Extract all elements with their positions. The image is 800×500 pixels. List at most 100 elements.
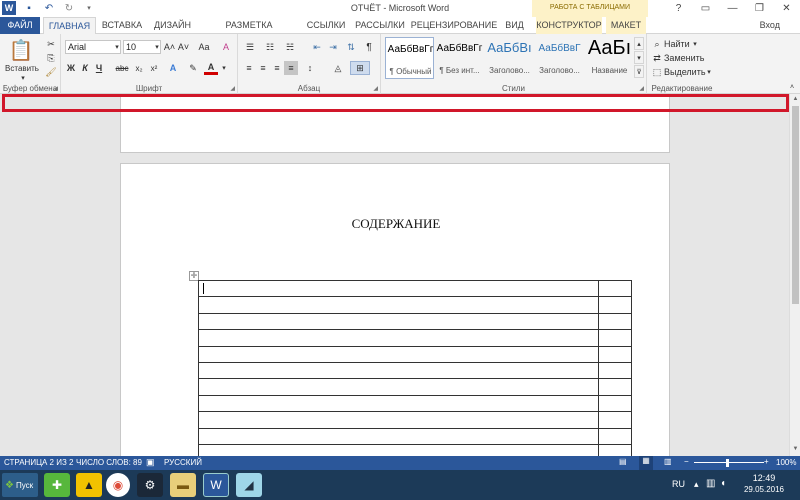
- table-cell-page[interactable]: [598, 443, 632, 456]
- scrollbar-thumb[interactable]: [792, 106, 799, 304]
- find-icon[interactable]: ⌕: [651, 38, 663, 50]
- font-launcher-icon[interactable]: ◢: [230, 85, 235, 92]
- table-row[interactable]: [198, 312, 632, 331]
- font-color-dropdown-icon[interactable]: ▾: [220, 61, 228, 75]
- underline-button[interactable]: Ч: [93, 61, 105, 75]
- scroll-up-icon[interactable]: ▲: [791, 96, 800, 104]
- bold-button[interactable]: Ж: [65, 61, 77, 75]
- style-heading-1[interactable]: АаБбВı Заголово...: [485, 37, 534, 79]
- align-right-icon[interactable]: ≡: [270, 61, 284, 75]
- find-dropdown-icon[interactable]: ▾: [691, 38, 699, 50]
- table-cell-title[interactable]: [198, 296, 599, 314]
- superscript-button[interactable]: x²: [147, 61, 161, 75]
- format-painter-icon[interactable]: 🖌: [44, 66, 58, 78]
- select-button[interactable]: Выделить: [664, 66, 706, 78]
- borders-icon[interactable]: ⊞: [350, 61, 370, 75]
- table-cell-title[interactable]: [198, 443, 599, 456]
- table-cell-page[interactable]: [598, 345, 632, 363]
- table-cell-page[interactable]: [598, 296, 632, 314]
- table-cell-page[interactable]: [598, 361, 632, 380]
- paste-icon[interactable]: 📋: [8, 37, 34, 63]
- table-cell-page[interactable]: [598, 312, 632, 331]
- table-row[interactable]: [198, 394, 632, 413]
- font-name-dropdown-icon[interactable]: ▾: [113, 41, 121, 53]
- word-taskbar-icon[interactable]: W: [203, 473, 229, 497]
- font-color-button[interactable]: A: [204, 61, 218, 75]
- table-cell-title[interactable]: [198, 361, 599, 380]
- ribbon-display-icon[interactable]: ▭: [692, 0, 719, 17]
- text-effects-icon[interactable]: A: [166, 61, 180, 75]
- table-cell-page[interactable]: [598, 394, 632, 413]
- table-row[interactable]: [198, 361, 632, 380]
- replace-icon[interactable]: ⇄: [651, 52, 663, 64]
- page-count[interactable]: СТРАНИЦА 2 ИЗ 2: [4, 458, 73, 467]
- page-2[interactable]: СОДЕРЖАНИЕ ✛: [120, 163, 670, 456]
- collapse-ribbon-icon[interactable]: ˄: [786, 82, 798, 92]
- copy-icon[interactable]: ⎘: [44, 52, 58, 64]
- italic-button[interactable]: К: [79, 61, 91, 75]
- zoom-in-button[interactable]: +: [764, 457, 769, 466]
- tab-references[interactable]: ССЫЛКИ: [302, 17, 350, 34]
- styles-scroll-down-icon[interactable]: ▾: [634, 51, 644, 64]
- app-plus-icon[interactable]: ✚: [44, 473, 70, 497]
- table-row[interactable]: [198, 411, 632, 429]
- clear-formatting-button[interactable]: A: [219, 40, 233, 54]
- table-cell-title[interactable]: [198, 394, 599, 413]
- tab-view[interactable]: ВИД: [501, 17, 528, 34]
- styles-more-icon[interactable]: ⊽: [634, 65, 644, 78]
- table-cell-title[interactable]: [198, 312, 599, 331]
- word-count[interactable]: ЧИСЛО СЛОВ: 89: [76, 458, 142, 467]
- web-layout-icon[interactable]: ▥: [664, 457, 672, 466]
- network-icon[interactable]: ▥: [706, 478, 715, 489]
- change-case-button[interactable]: Aa: [194, 40, 214, 54]
- start-button[interactable]: ❖ Пуск: [2, 473, 38, 497]
- table-row[interactable]: [198, 329, 632, 347]
- help-icon[interactable]: ?: [665, 0, 692, 17]
- paste-button[interactable]: Вставить: [2, 63, 42, 73]
- proofing-icon[interactable]: ▣: [146, 457, 155, 468]
- clipboard-launcher-icon[interactable]: ◢: [53, 85, 58, 92]
- steam-icon[interactable]: ⚙: [137, 473, 163, 497]
- shading-icon[interactable]: ◬: [330, 61, 346, 75]
- clock-time[interactable]: 12:49: [741, 473, 787, 483]
- styles-scroll-up-icon[interactable]: ▴: [634, 37, 644, 50]
- contents-table[interactable]: [198, 279, 632, 456]
- tab-review[interactable]: РЕЦЕНЗИРОВАНИЕ: [410, 17, 498, 34]
- shrink-font-button[interactable]: A˅: [177, 40, 190, 54]
- table-cell-page[interactable]: [598, 378, 632, 396]
- vertical-scrollbar[interactable]: ▲ ▼: [789, 94, 800, 456]
- zoom-out-button[interactable]: −: [684, 457, 689, 466]
- minimize-icon[interactable]: —: [719, 0, 746, 17]
- sign-in-link[interactable]: Вход: [760, 17, 780, 34]
- style-heading-2[interactable]: АаБбВвГ Заголово...: [535, 37, 584, 79]
- table-cell-page[interactable]: [598, 279, 632, 298]
- find-button[interactable]: Найти: [664, 38, 690, 50]
- table-row[interactable]: [198, 443, 632, 456]
- close-icon[interactable]: ✕: [773, 0, 800, 17]
- language-indicator[interactable]: РУССКИЙ: [164, 458, 202, 467]
- highlight-icon[interactable]: ✎: [186, 61, 200, 75]
- sort-icon[interactable]: ⇅: [344, 40, 358, 54]
- tab-page-layout[interactable]: РАЗМЕТКА СТРАНИЦЫ: [199, 17, 299, 47]
- app-triangle-icon[interactable]: ▲: [76, 473, 102, 497]
- maximize-icon[interactable]: ❐: [746, 0, 773, 17]
- table-cell-title[interactable]: [198, 345, 599, 363]
- tab-table-design[interactable]: КОНСТРУКТОР: [536, 17, 602, 34]
- paste-dropdown-icon[interactable]: ▾: [3, 74, 43, 82]
- input-language[interactable]: RU: [672, 479, 685, 489]
- table-cell-title[interactable]: [198, 378, 599, 396]
- increase-indent-icon[interactable]: ⇥: [326, 40, 340, 54]
- table-cell-title[interactable]: [198, 279, 599, 298]
- explorer-icon[interactable]: ▬: [170, 473, 196, 497]
- style-no-spacing[interactable]: АаБбВвГг ¶ Без инт...: [435, 37, 484, 79]
- tab-design[interactable]: ДИЗАЙН: [150, 17, 195, 34]
- table-row[interactable]: [198, 427, 632, 445]
- document-workspace[interactable]: СОДЕРЖАНИЕ ✛: [0, 94, 789, 456]
- paragraph-launcher-icon[interactable]: ◢: [373, 85, 378, 92]
- grow-font-button[interactable]: A˄: [163, 40, 176, 54]
- justify-icon[interactable]: ≡: [284, 61, 298, 75]
- tab-home[interactable]: ГЛАВНАЯ: [43, 17, 96, 35]
- align-left-icon[interactable]: ≡: [242, 61, 256, 75]
- scroll-down-icon[interactable]: ▼: [791, 446, 800, 454]
- clock-date[interactable]: 29.05.2016: [741, 485, 787, 494]
